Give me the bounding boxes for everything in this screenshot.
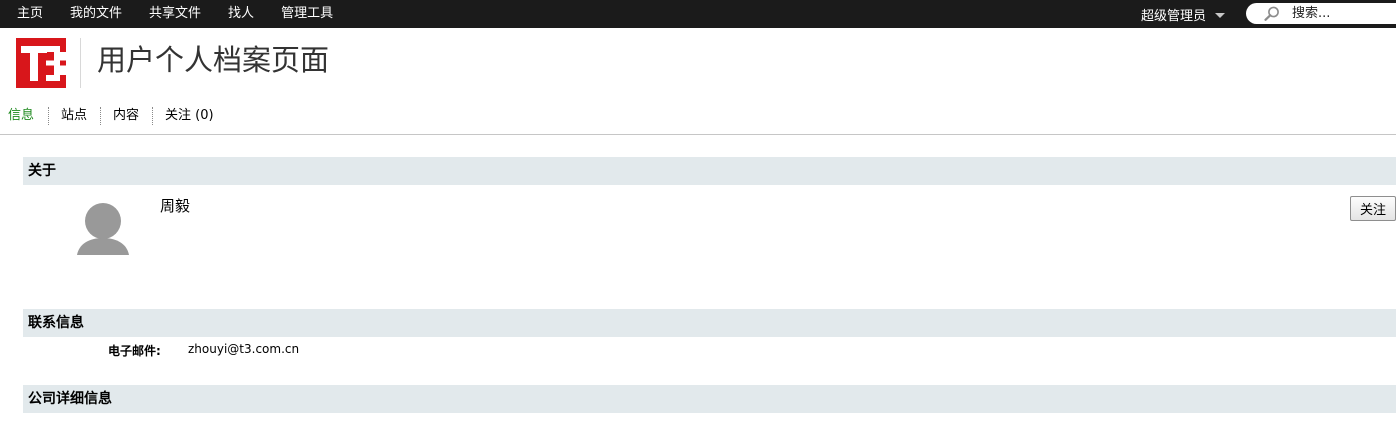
tabs-divider [0, 134, 1396, 135]
nav-admin-tools[interactable]: 管理工具 [267, 0, 346, 28]
about-section-header: 关于 [23, 157, 1396, 185]
company-section-header: 公司详细信息 [23, 385, 1396, 413]
chevron-down-icon [1215, 12, 1226, 18]
nav-my-files[interactable]: 我的文件 [56, 0, 135, 28]
tab-info[interactable]: 信息 [0, 107, 48, 125]
top-nav-bar: 主页 我的文件 共享文件 找人 管理工具 超级管理员 [0, 0, 1396, 28]
tab-following[interactable]: 关注 (0) [152, 107, 227, 125]
contact-section-header: 联系信息 [23, 309, 1396, 337]
email-label: 电子邮件: [108, 344, 161, 358]
user-menu[interactable]: 超级管理员 [1141, 0, 1226, 28]
search-icon[interactable] [1264, 6, 1280, 21]
global-nav: 主页 我的文件 共享文件 找人 管理工具 [0, 0, 346, 28]
search-box [1246, 3, 1396, 24]
tab-content[interactable]: 内容 [100, 107, 152, 125]
follow-button[interactable]: 关注 [1350, 196, 1396, 221]
user-menu-label: 超级管理员 [1141, 8, 1207, 24]
t3-logo[interactable] [16, 38, 66, 88]
nav-home[interactable]: 主页 [0, 0, 56, 28]
avatar [77, 203, 129, 255]
page-title: 用户个人档案页面 [97, 43, 330, 77]
user-name: 周毅 [160, 197, 191, 215]
nav-people[interactable]: 找人 [214, 0, 267, 28]
header-divider [80, 38, 81, 88]
search-input[interactable] [1292, 4, 1392, 23]
nav-shared-files[interactable]: 共享文件 [135, 0, 214, 28]
tab-sites[interactable]: 站点 [48, 107, 100, 125]
email-value: zhouyi@t3.com.cn [188, 342, 300, 356]
profile-tabs: 信息 站点 内容 关注 (0) [0, 104, 227, 128]
